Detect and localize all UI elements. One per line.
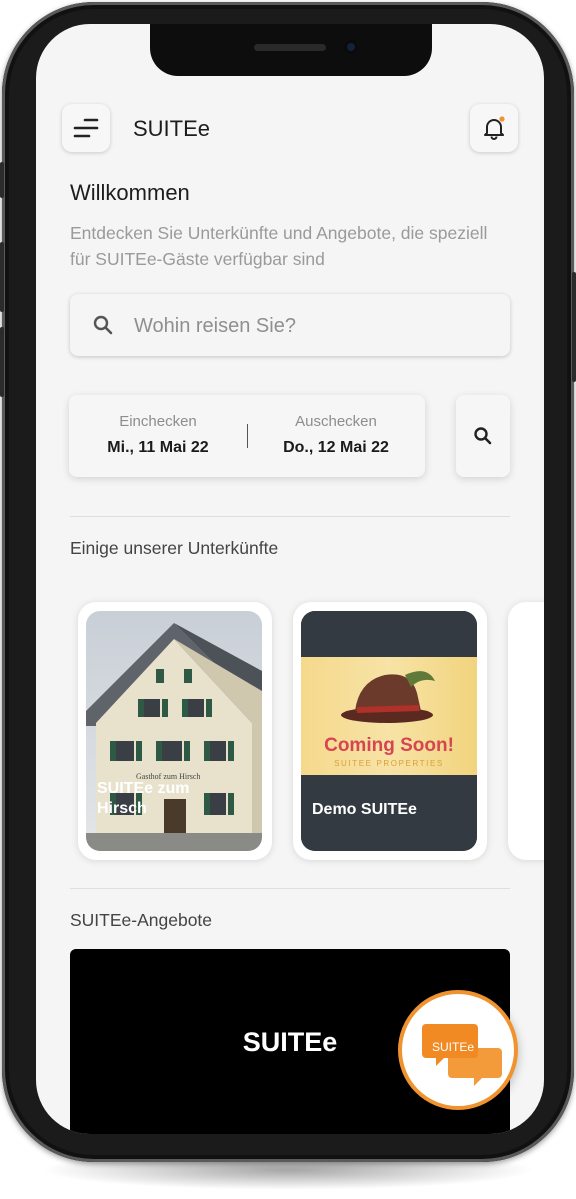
divider — [70, 516, 510, 517]
power-button — [572, 272, 576, 382]
date-search-button[interactable] — [456, 395, 510, 477]
phone-frame: SUITEe Willkommen Entdecken Sie Unterkün… — [0, 2, 576, 1162]
menu-icon — [73, 118, 99, 138]
app-title: SUITEe — [133, 116, 211, 141]
notification-button[interactable] — [470, 104, 518, 152]
property-card-peek[interactable] — [508, 602, 544, 860]
checkin-field[interactable]: Einchecken Mi., 11 Mai 22 — [73, 413, 243, 457]
coming-soon-tagline: SUITEE PROPERTIES — [334, 759, 444, 768]
search-input[interactable] — [132, 304, 496, 348]
camera — [344, 40, 358, 54]
mute-switch — [0, 162, 4, 198]
checkin-label: Einchecken — [119, 413, 197, 430]
property-card[interactable]: Gasthof zum Hirsch SUITEe zum Hirsch — [78, 602, 272, 860]
menu-button[interactable] — [62, 104, 110, 152]
offers-section-title: SUITEe-Angebote — [70, 910, 213, 930]
notch — [150, 24, 432, 76]
screen: SUITEe Willkommen Entdecken Sie Unterkün… — [36, 24, 544, 1134]
bell-icon — [484, 116, 505, 140]
search-icon — [93, 315, 113, 335]
date-range-picker[interactable]: Einchecken Mi., 11 Mai 22 Auschecken Do.… — [69, 395, 425, 477]
coming-soon-text: Coming Soon! — [324, 735, 454, 756]
divider — [70, 888, 510, 889]
volume-down-button — [0, 327, 4, 397]
notification-dot — [499, 116, 505, 122]
checkout-value: Do., 12 Mai 22 — [283, 439, 389, 456]
checkin-value: Mi., 11 Mai 22 — [107, 439, 209, 456]
welcome-subtitle: Entdecken Sie Unterkünfte und Angebote, … — [70, 223, 488, 269]
chat-label: SUITEe — [432, 1040, 475, 1054]
checkout-field[interactable]: Auschecken Do., 12 Mai 22 — [251, 413, 421, 457]
volume-up-button — [0, 242, 4, 312]
properties-section-title: Einige unserer Unterkünfte — [70, 538, 279, 558]
speaker — [254, 44, 326, 51]
property-name: SUITEe zum Hirsch — [97, 780, 190, 817]
checkout-label: Auschecken — [295, 413, 377, 430]
property-card[interactable]: Coming Soon! SUITEE PROPERTIES Demo SUIT… — [293, 602, 487, 860]
date-divider — [247, 424, 248, 448]
welcome-title: Willkommen — [70, 180, 190, 205]
chat-button[interactable]: SUITEe — [398, 990, 518, 1110]
property-name: Demo SUITEe — [312, 801, 417, 818]
search-icon — [474, 427, 492, 445]
destination-search[interactable] — [70, 294, 510, 356]
